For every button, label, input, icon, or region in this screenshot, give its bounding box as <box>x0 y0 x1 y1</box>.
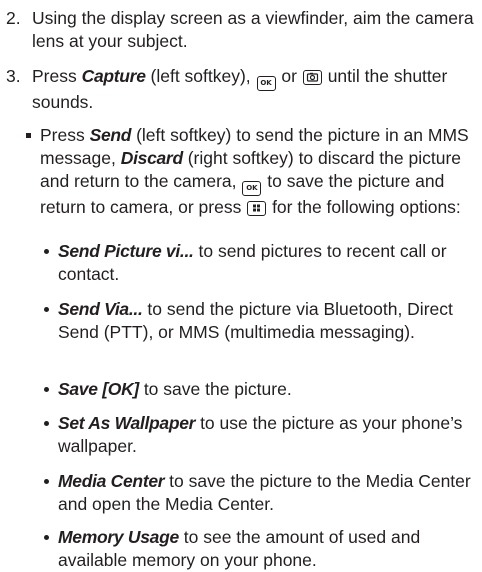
sub-bullet: Press Send (left softkey) to send the pi… <box>26 124 476 219</box>
step-2: 2. Using the display screen as a viewfin… <box>6 7 476 53</box>
manual-page: 2. Using the display screen as a viewfin… <box>0 0 482 570</box>
step-number: 2. <box>6 8 21 28</box>
option-item: Save [OK] to save the picture. <box>44 378 476 401</box>
bullet-dot-icon <box>44 479 49 484</box>
send-label: Send <box>89 125 132 145</box>
step-number: 3. <box>6 66 21 86</box>
bullet-dot-icon <box>44 535 49 540</box>
option-label: Save [OK] <box>58 379 139 399</box>
bullet-dot-icon <box>44 421 49 426</box>
option-description: to save the picture. <box>138 379 292 399</box>
camera-key-icon <box>302 70 322 85</box>
option-label: Memory Usage <box>58 527 179 547</box>
step-3: 3. Press Capture (left softkey), OK or u… <box>6 65 476 114</box>
capture-label: Capture <box>81 66 146 86</box>
step-text: Using the display screen as a viewfinder… <box>32 8 474 51</box>
bullet-dot-icon <box>44 387 49 392</box>
option-item: Memory Usage to see the amount of used a… <box>44 526 476 572</box>
discard-label: Discard <box>120 148 183 168</box>
bullet-dot-icon <box>44 307 49 312</box>
ok-key-icon: OK <box>256 76 276 91</box>
square-bullet-icon <box>26 133 31 138</box>
bullet-dot-icon <box>44 249 49 254</box>
ok-key-icon: OK <box>242 181 262 196</box>
option-label: Send Picture vi... <box>58 241 194 261</box>
menu-key-icon <box>247 201 267 216</box>
option-item: Send Via... to send the picture via Blue… <box>44 298 476 344</box>
option-item: Set As Wallpaper to use the picture as y… <box>44 412 476 458</box>
step-text: Press Capture (left softkey), OK or unti… <box>32 66 448 112</box>
option-item: Send Picture vi... to send pictures to r… <box>44 240 476 286</box>
option-label: Send Via... <box>58 299 143 319</box>
sub-bullet-text: Press Send (left softkey) to send the pi… <box>40 125 469 217</box>
option-item: Media Center to save the picture to the … <box>44 470 476 516</box>
option-label: Set As Wallpaper <box>58 413 196 433</box>
option-label: Media Center <box>58 471 165 491</box>
